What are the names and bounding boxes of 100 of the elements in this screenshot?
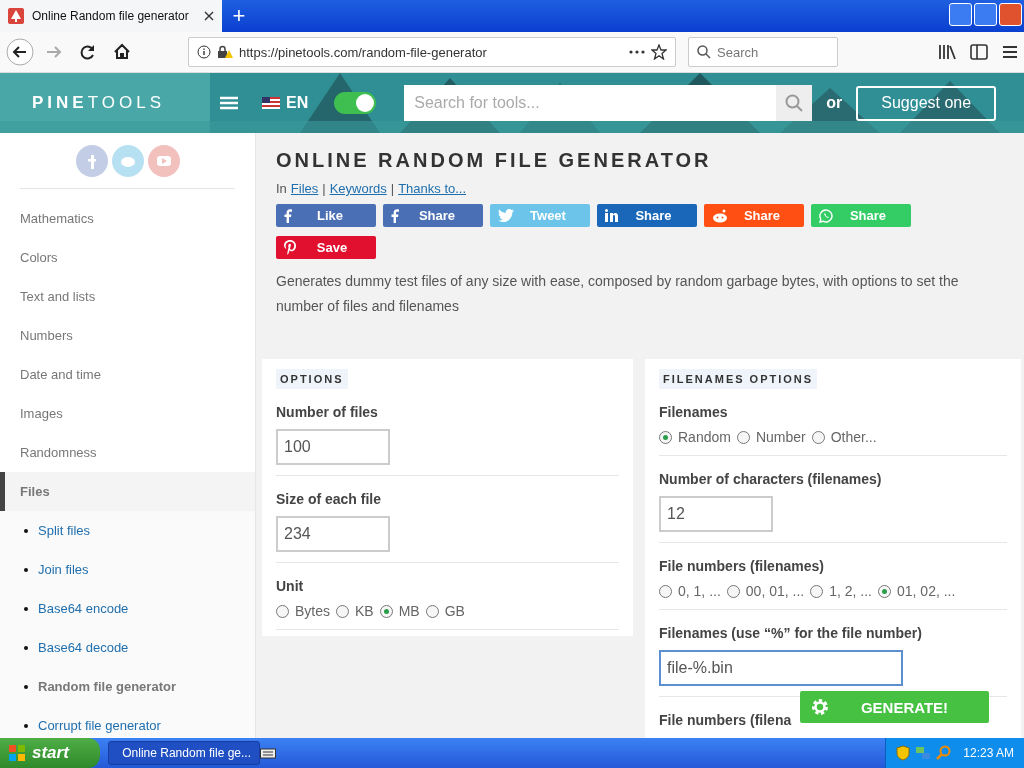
field-label: File numbers (filenames) xyxy=(659,558,824,574)
close-icon[interactable] xyxy=(204,11,214,21)
star-icon[interactable] xyxy=(651,44,667,60)
close-button[interactable] xyxy=(999,3,1022,26)
sidebar-icon[interactable] xyxy=(970,44,988,60)
radio-button[interactable] xyxy=(726,584,740,598)
tree-icon xyxy=(8,8,24,24)
breadcrumb-separator: | xyxy=(390,181,395,196)
radio-label: KB xyxy=(355,603,374,619)
taskbar-button[interactable]: Online Random file ge... xyxy=(108,741,260,765)
share-button[interactable]: Save xyxy=(276,236,376,259)
library-icon[interactable] xyxy=(938,44,956,60)
panel-title: OPTIONS xyxy=(276,369,348,389)
panel-title: FILENAMES OPTIONS xyxy=(659,369,818,389)
lock-warning-icon xyxy=(217,45,233,59)
browser-tab[interactable]: Online Random file generator xyxy=(0,0,222,32)
back-icon[interactable] xyxy=(6,38,34,66)
minimize-button[interactable] xyxy=(949,3,972,26)
keyboard-icon[interactable] xyxy=(260,747,276,759)
sidebar-link[interactable]: Join files xyxy=(38,562,89,577)
input-field[interactable]: 234 xyxy=(276,516,390,552)
radio-button[interactable] xyxy=(659,584,672,598)
field-label: Number of files xyxy=(276,404,378,420)
alien-icon xyxy=(712,208,728,223)
or-label: or xyxy=(826,94,843,112)
breadcrumb-prefix: In xyxy=(276,181,287,196)
bullet-icon xyxy=(24,645,28,650)
field-label: Filenames (use “%” for the file number) xyxy=(659,625,922,641)
field-label: Number of characters (filenames) xyxy=(659,471,882,487)
new-tab-button[interactable]: + xyxy=(222,0,256,32)
breadcrumb-separator: | xyxy=(322,181,326,196)
breadcrumb-link[interactable]: Files xyxy=(290,181,319,196)
field-label: File numbers (filena xyxy=(659,712,792,728)
radio-button[interactable] xyxy=(336,604,349,618)
sidebar-item[interactable]: Files xyxy=(0,472,255,511)
bullet-icon xyxy=(24,567,28,572)
menu-icon[interactable] xyxy=(1002,45,1018,59)
input-field[interactable]: file-%.bin xyxy=(659,650,903,686)
sidebar-item[interactable]: Randomness xyxy=(0,433,255,472)
sidebar-item[interactable]: Mathematics xyxy=(0,199,255,238)
page-title: ONLINE RANDOM FILE GENERATOR xyxy=(276,149,713,172)
sidebar-item[interactable]: Colors xyxy=(0,238,255,277)
radio-button[interactable] xyxy=(811,430,825,444)
share-button[interactable]: Like xyxy=(276,204,376,227)
gear-icon xyxy=(810,697,830,717)
info-icon xyxy=(197,45,211,59)
bullet-icon xyxy=(24,606,28,611)
flag-icon xyxy=(262,97,280,109)
search-button[interactable] xyxy=(776,85,813,121)
sidebar-link[interactable]: Base64 decode xyxy=(38,640,129,655)
share-button[interactable]: Share xyxy=(383,204,483,227)
start-button[interactable]: start xyxy=(0,738,100,768)
radio-label: 00, 01, ... xyxy=(745,583,805,599)
sidebar-item[interactable]: Text and lists xyxy=(0,277,255,316)
language-label[interactable]: EN xyxy=(286,94,309,112)
radio-button[interactable] xyxy=(379,604,393,618)
input-field[interactable]: 12 xyxy=(659,496,773,532)
bullet-icon xyxy=(24,723,28,728)
description: Generates dummy test files of any size with ease, composed by random garbage bytes, with options to set the number of files and filenames xyxy=(276,272,960,316)
radio-label: 01, 02, ... xyxy=(897,583,956,599)
field-label: Unit xyxy=(276,578,304,594)
sidebar-link[interactable]: Base64 encode xyxy=(38,601,129,616)
sidebar-item[interactable]: Images xyxy=(0,394,255,433)
theme-toggle[interactable] xyxy=(334,92,377,114)
restore-button[interactable] xyxy=(974,3,997,26)
shield-icon[interactable] xyxy=(896,745,911,761)
chat-phone-icon xyxy=(819,208,833,223)
radio-button[interactable] xyxy=(276,604,289,618)
breadcrumb-link[interactable]: Keywords xyxy=(329,181,387,196)
search-icon xyxy=(785,94,804,112)
radio-label: Bytes xyxy=(295,603,330,619)
share-button[interactable]: Share xyxy=(704,204,804,227)
radio-label: 0, 1, ... xyxy=(678,583,721,599)
radio-label: MB xyxy=(398,603,420,619)
tool-search-field[interactable]: Search for tools... xyxy=(404,85,777,121)
bullet-icon xyxy=(24,528,28,533)
sidebar-link[interactable]: Split files xyxy=(38,523,91,538)
search-icon xyxy=(697,45,711,59)
browser-search-field[interactable]: Search xyxy=(688,37,838,67)
radio-label: Number xyxy=(755,429,806,445)
radio-button[interactable] xyxy=(425,604,439,618)
linkedin-icon xyxy=(605,209,618,222)
radio-label: GB xyxy=(444,603,465,619)
radio-button[interactable] xyxy=(659,430,672,444)
radio-label: Random xyxy=(678,429,731,445)
more-icon[interactable] xyxy=(629,50,645,54)
pin-icon xyxy=(284,240,296,255)
suggest-button[interactable]: Suggest one xyxy=(856,85,997,121)
breadcrumb-link[interactable]: Thanks to... xyxy=(398,181,467,196)
input-field[interactable]: 100 xyxy=(276,429,390,465)
sidebar-item[interactable]: Numbers xyxy=(0,316,255,355)
radio-label: Other... xyxy=(830,429,877,445)
address-bar[interactable]: https://pinetools.com/random-file-generator xyxy=(188,37,676,67)
radio-button[interactable] xyxy=(878,584,891,598)
radio-button[interactable] xyxy=(810,584,824,598)
clock: 12:23 AM xyxy=(963,746,1014,760)
radio-label: 1, 2, ... xyxy=(829,583,872,599)
radio-button[interactable] xyxy=(736,430,750,444)
sidebar-item[interactable]: Date and time xyxy=(0,355,255,394)
share-button[interactable]: Share xyxy=(597,204,697,227)
